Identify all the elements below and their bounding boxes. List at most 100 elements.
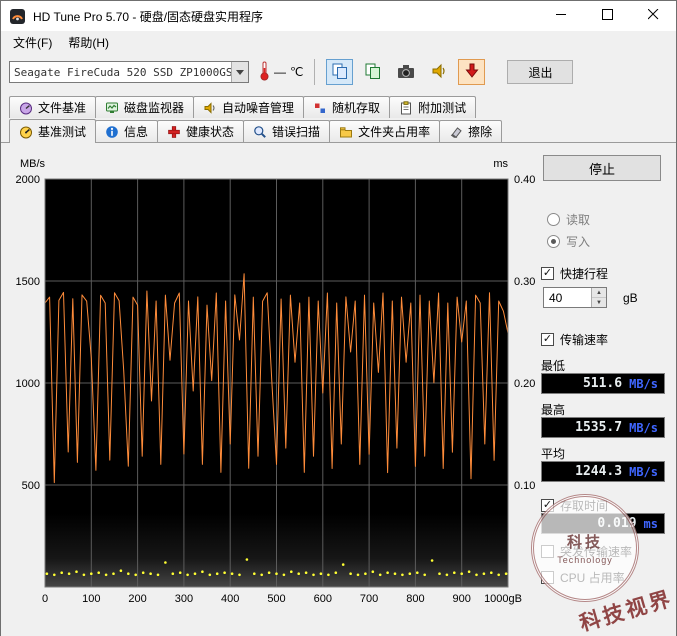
svg-text:800: 800: [406, 593, 424, 605]
burst-rate-label: 突发传输速率: [560, 543, 632, 560]
drive-select[interactable]: Seagate FireCuda 520 SSD ZP1000GS: [9, 61, 249, 83]
min-label: 最低: [541, 357, 565, 374]
write-radio[interactable]: 写入: [547, 233, 590, 250]
tab-label: 擦除: [468, 123, 492, 140]
copy-text-button[interactable]: [359, 59, 386, 85]
checkbox-icon: [541, 333, 554, 346]
transfer-rate-checkbox[interactable]: 传输速率: [541, 331, 608, 348]
tab-folder-usage[interactable]: 文件夹占用率: [329, 120, 440, 142]
max-label: 最高: [541, 401, 565, 418]
checkbox-icon: [541, 267, 554, 280]
tab-aam[interactable]: 自动噪音管理: [193, 96, 304, 118]
max-speed-lcd: 1535.7 MB/s: [541, 417, 665, 438]
min-speed-value: 511.6: [583, 376, 622, 391]
svg-text:600: 600: [314, 593, 332, 605]
tab-file-benchmark[interactable]: 文件基准: [9, 96, 96, 118]
svg-text:1500: 1500: [16, 276, 40, 288]
svg-text:1000gB: 1000gB: [484, 593, 522, 605]
svg-text:100: 100: [82, 593, 100, 605]
benchmark-chart: 2000150010005000.400.300.200.10010020030…: [9, 153, 529, 623]
svg-text:0: 0: [42, 593, 48, 605]
shortstroke-label: 快捷行程: [560, 265, 608, 282]
speaker-icon: [430, 62, 448, 83]
read-radio[interactable]: 读取: [547, 211, 590, 228]
close-button[interactable]: [630, 1, 676, 31]
tab-info[interactable]: 信息: [95, 120, 158, 142]
thermometer-icon: [259, 60, 270, 84]
checkbox-icon: [541, 571, 554, 584]
avg-label: 平均: [541, 445, 565, 462]
window-title: HD Tune Pro 5.70 - 硬盘/固态硬盘实用程序: [33, 8, 538, 25]
access-time-checkbox[interactable]: 存取时间: [541, 497, 608, 514]
hd-tune-window: HD Tune Pro 5.70 - 硬盘/固态硬盘实用程序 文件(F) 帮助(…: [0, 0, 677, 636]
transfer-rate-label: 传输速率: [560, 331, 608, 348]
min-speed-unit: MB/s: [629, 377, 658, 391]
app-icon: [9, 8, 26, 25]
tab-health[interactable]: 健康状态: [157, 120, 244, 142]
health-cross-icon: [167, 125, 181, 139]
shortstroke-size-input[interactable]: 40 ▲ ▼: [543, 287, 607, 308]
tab-benchmark[interactable]: 基准测试: [9, 119, 96, 143]
cpu-usage-checkbox[interactable]: CPU 占用率: [541, 569, 625, 586]
menu-help[interactable]: 帮助(H): [60, 31, 117, 54]
tab-row-lower: 基准测试 信息 健康状态 错误扫描 文件夹占用率 擦除: [1, 118, 676, 142]
copy-image-icon: [331, 62, 349, 83]
info-icon: [105, 125, 119, 139]
spin-down-button[interactable]: ▼: [592, 298, 606, 307]
tab-label: 信息: [124, 123, 148, 140]
shortstroke-checkbox[interactable]: 快捷行程: [541, 265, 608, 282]
maximize-icon: [602, 9, 613, 23]
shortstroke-unit-label: gB: [623, 291, 638, 305]
copy-image-button[interactable]: [326, 59, 353, 85]
tab-disk-monitor[interactable]: 磁盘监视器: [95, 96, 194, 118]
exit-button[interactable]: 退出: [507, 60, 573, 84]
stop-button[interactable]: 停止: [543, 155, 661, 181]
title-bar: HD Tune Pro 5.70 - 硬盘/固态硬盘实用程序: [1, 1, 676, 31]
file-benchmark-icon: [19, 101, 33, 115]
tab-random-access[interactable]: 随机存取: [303, 96, 390, 118]
shortstroke-size-value: 40: [544, 288, 591, 307]
temperature-unit: ℃: [290, 65, 303, 79]
tab-label: 磁盘监视器: [124, 99, 184, 116]
min-speed-lcd: 511.6 MB/s: [541, 373, 665, 394]
close-icon: [648, 9, 659, 23]
tab-label: 健康状态: [186, 123, 234, 140]
erase-icon: [449, 125, 463, 139]
tab-label: 随机存取: [332, 99, 380, 116]
svg-text:0.20: 0.20: [514, 378, 535, 390]
folder-usage-icon: [339, 125, 353, 139]
drive-select-value: Seagate FireCuda 520 SSD ZP1000GS: [10, 66, 231, 79]
write-radio-label: 写入: [566, 233, 590, 250]
tab-row-upper: 文件基准 磁盘监视器 自动噪音管理 随机存取 附加测试: [1, 93, 676, 118]
extra-tests-icon: [399, 101, 413, 115]
max-speed-unit: MB/s: [629, 421, 658, 435]
chevron-down-icon[interactable]: [231, 62, 248, 82]
tab-label: 附加测试: [418, 99, 466, 116]
burst-rate-checkbox[interactable]: 突发传输速率: [541, 543, 632, 560]
menu-file[interactable]: 文件(F): [5, 31, 60, 54]
svg-text:400: 400: [221, 593, 239, 605]
avg-speed-unit: MB/s: [629, 465, 658, 479]
benchmark-gauge-icon: [19, 125, 33, 139]
tab-label: 自动噪音管理: [222, 99, 294, 116]
spin-up-button[interactable]: ▲: [592, 288, 606, 298]
checkbox-icon: [541, 499, 554, 512]
download-button[interactable]: [458, 59, 485, 85]
radio-icon: [547, 213, 560, 226]
access-time-unit: ms: [644, 517, 658, 531]
tab-extra-tests[interactable]: 附加测试: [389, 96, 476, 118]
tab-error-scan[interactable]: 错误扫描: [243, 120, 330, 142]
audio-button[interactable]: [425, 59, 452, 85]
svg-text:700: 700: [360, 593, 378, 605]
screenshot-button[interactable]: [392, 59, 419, 85]
spinner-buttons: ▲ ▼: [591, 288, 606, 307]
noise-speaker-icon: [203, 101, 217, 115]
tab-label: 基准测试: [38, 123, 86, 140]
minimize-button[interactable]: [538, 1, 584, 31]
camera-icon: [397, 62, 415, 83]
avg-speed-lcd: 1244.3 MB/s: [541, 461, 665, 482]
svg-text:300: 300: [175, 593, 193, 605]
toolbar-separator: [314, 59, 315, 85]
maximize-button[interactable]: [584, 1, 630, 31]
tab-erase[interactable]: 擦除: [439, 120, 502, 142]
